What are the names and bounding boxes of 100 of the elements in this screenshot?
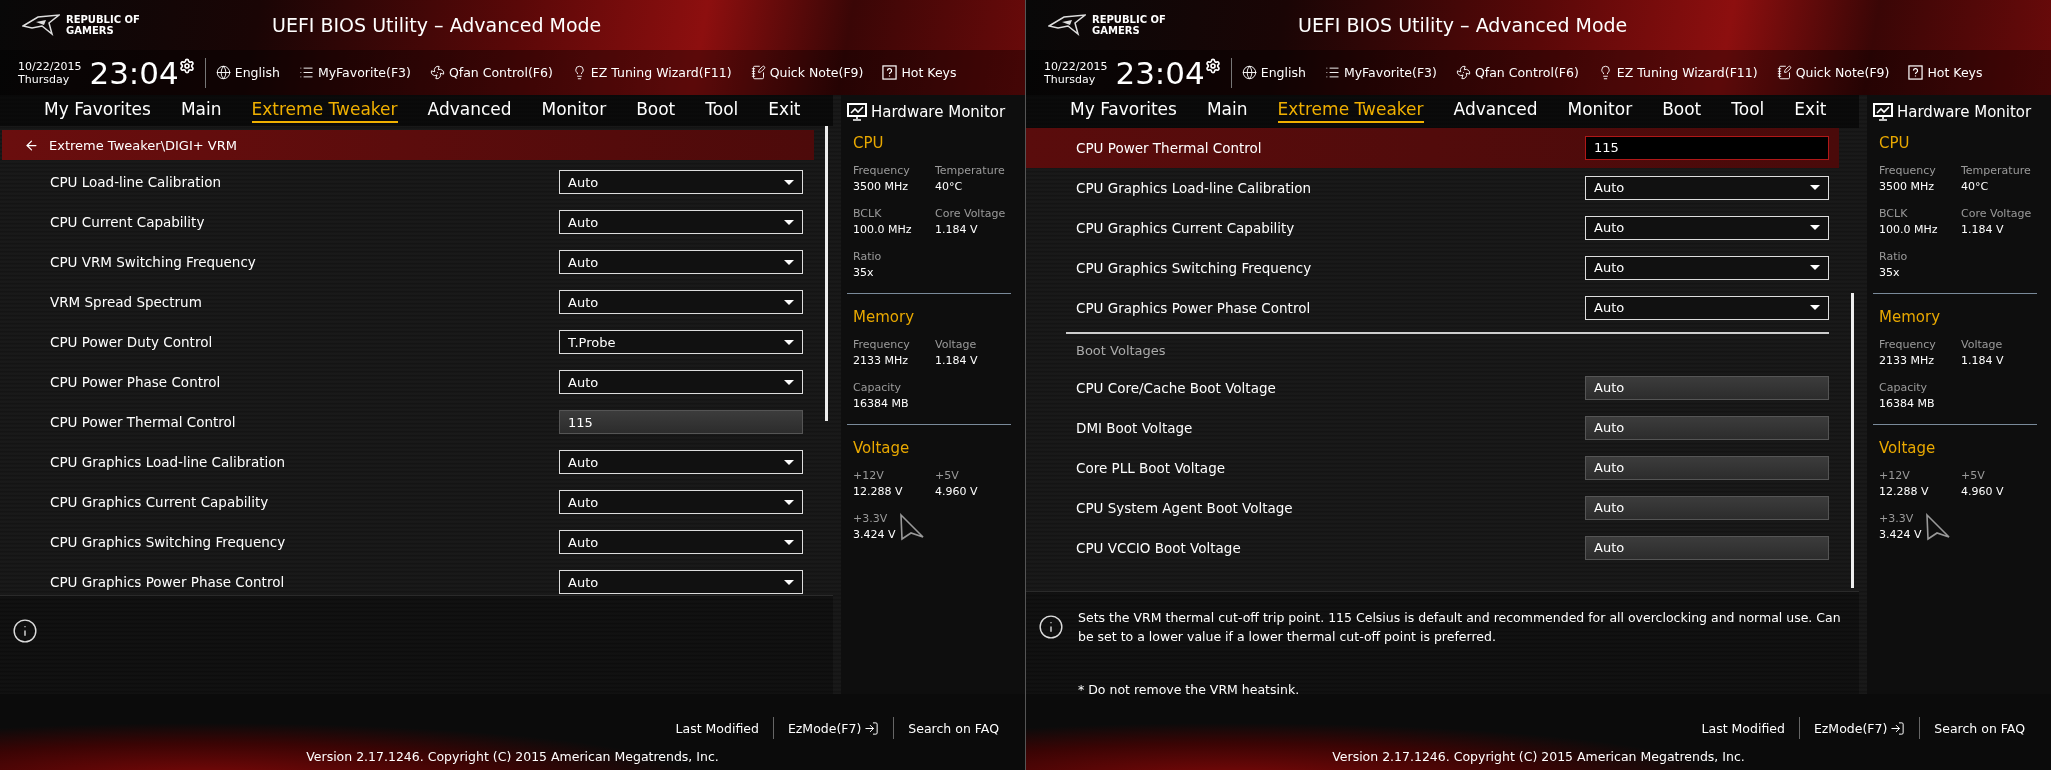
setting-label: CPU VRM Switching Frequency bbox=[50, 254, 257, 271]
menu-tab[interactable]: Exit bbox=[1794, 99, 1827, 124]
toolbar-button[interactable]: Hot Keys bbox=[1908, 65, 1983, 80]
dropdown-select[interactable]: Auto bbox=[1585, 255, 1829, 280]
setting-row[interactable]: CPU System Agent Boot Voltage Auto bbox=[1026, 487, 1839, 528]
menu-tab[interactable]: Monitor bbox=[541, 98, 607, 123]
input-field[interactable]: 115 bbox=[559, 410, 803, 435]
setting-row[interactable]: CPU Core/Cache Boot Voltage Auto bbox=[1026, 367, 1839, 408]
footer-link[interactable]: Search on FAQ bbox=[1920, 720, 2039, 736]
menu-tab[interactable]: Exit bbox=[768, 98, 801, 123]
toolbar-button[interactable]: Qfan Control(F6) bbox=[1455, 65, 1579, 80]
dropdown-select[interactable]: Auto bbox=[559, 170, 803, 195]
stat-value: 100.0 MHz bbox=[1879, 223, 1939, 236]
scrollbar-thumb[interactable] bbox=[825, 126, 828, 422]
dropdown-select[interactable]: Auto bbox=[559, 210, 803, 235]
dropdown-select[interactable]: Auto bbox=[559, 570, 803, 595]
setting-label: CPU Current Capability bbox=[50, 214, 206, 231]
setting-row[interactable]: CPU Graphics Switching Frequency Auto bbox=[1026, 247, 1839, 288]
dropdown-select[interactable]: Auto bbox=[559, 370, 803, 395]
setting-row[interactable]: CPU Power Phase Control Auto bbox=[0, 362, 813, 403]
setting-label: CPU Graphics Load-line Calibration bbox=[1076, 179, 1312, 196]
toolbar-button[interactable]: Hot Keys bbox=[882, 65, 957, 80]
date-text: 10/22/2015 bbox=[18, 59, 82, 73]
footer-link[interactable]: EzMode(F7) bbox=[1799, 720, 1920, 736]
dropdown-select[interactable]: Auto bbox=[559, 490, 803, 515]
setting-row[interactable]: CPU Graphics Load-line Calibration Auto bbox=[0, 442, 813, 483]
setting-row[interactable]: CPU VCCIO Boot Voltage Auto bbox=[1026, 527, 1839, 568]
setting-row[interactable]: CPU Power Thermal Control 115 bbox=[0, 402, 813, 443]
stat-label: Core Voltage bbox=[935, 207, 1007, 220]
settings-icon[interactable] bbox=[1204, 58, 1221, 74]
settings-icon[interactable] bbox=[178, 58, 195, 74]
footer-link[interactable]: Last Modified bbox=[661, 720, 773, 736]
breadcrumb-bar[interactable]: Extreme Tweaker\DIGI+ VRM bbox=[2, 130, 814, 161]
input-field[interactable]: Auto bbox=[1585, 535, 1829, 560]
dropdown-select[interactable]: Auto bbox=[559, 250, 803, 275]
footer-link[interactable]: Search on FAQ bbox=[894, 720, 1013, 736]
stat-label: Voltage bbox=[1961, 338, 2004, 351]
setting-row[interactable]: CPU Power Thermal Control 115 bbox=[1026, 127, 1839, 168]
setting-row[interactable]: CPU Power Duty Control T.Probe bbox=[0, 322, 813, 363]
menu-tab[interactable]: Main bbox=[180, 98, 222, 123]
input-field[interactable]: 115 bbox=[1585, 135, 1829, 160]
setting-row[interactable]: CPU Graphics Load-line Calibration Auto bbox=[1026, 167, 1839, 208]
setting-row[interactable]: DMI Boot Voltage Auto bbox=[1026, 407, 1839, 448]
setting-label: CPU Core/Cache Boot Voltage bbox=[1076, 379, 1277, 396]
dropdown-select[interactable]: T.Probe bbox=[559, 330, 803, 355]
toolbar-button[interactable]: EZ Tuning Wizard(F11) bbox=[571, 65, 732, 80]
setting-label: CPU Graphics Load-line Calibration bbox=[50, 454, 286, 471]
dropdown-select[interactable]: Auto bbox=[559, 290, 803, 315]
menu-tab[interactable]: Extreme Tweaker bbox=[251, 98, 398, 123]
menu-tab[interactable]: Main bbox=[1206, 99, 1248, 124]
logo-text: REPUBLIC OF bbox=[66, 14, 140, 25]
scrollbar-thumb[interactable] bbox=[1851, 292, 1854, 588]
menu-tab[interactable]: Monitor bbox=[1567, 99, 1633, 124]
copyright-text: Version 2.17.1246. Copyright (C) 2015 American Megatrends, Inc. bbox=[1332, 749, 1745, 764]
toolbar-button[interactable]: English bbox=[215, 65, 280, 80]
dropdown-select[interactable]: Auto bbox=[1585, 175, 1829, 200]
setting-row[interactable]: CPU Current Capability Auto bbox=[0, 202, 813, 243]
setting-row[interactable]: CPU Graphics Power Phase Control Auto bbox=[0, 562, 813, 603]
menu-tab[interactable]: Extreme Tweaker bbox=[1277, 99, 1424, 124]
section-heading: Boot Voltages bbox=[1076, 343, 1166, 359]
setting-row[interactable]: CPU VRM Switching Frequency Auto bbox=[0, 242, 813, 283]
input-field[interactable]: Auto bbox=[1585, 455, 1829, 480]
menu-tab[interactable]: Tool bbox=[1731, 99, 1765, 124]
menu-tab[interactable]: Advanced bbox=[1453, 99, 1538, 124]
dropdown-select[interactable]: Auto bbox=[1585, 295, 1829, 320]
stat-value: 16384 MB bbox=[1879, 397, 1936, 410]
toolbar-button[interactable]: Quick Note(F9) bbox=[750, 65, 864, 80]
setting-row[interactable]: CPU Graphics Current Capability Auto bbox=[1026, 207, 1839, 248]
menu-tab[interactable]: Tool bbox=[705, 98, 739, 123]
toolbar-button[interactable]: MyFavorite(F3) bbox=[1324, 65, 1437, 80]
copyright-text: Version 2.17.1246. Copyright (C) 2015 American Megatrends, Inc. bbox=[306, 749, 719, 764]
toolbar-button[interactable]: Qfan Control(F6) bbox=[429, 65, 553, 80]
footer-link[interactable]: EzMode(F7) bbox=[773, 720, 894, 736]
dropdown-select[interactable]: Auto bbox=[559, 530, 803, 555]
setting-row[interactable]: VRM Spread Spectrum Auto bbox=[0, 282, 813, 323]
dropdown-select[interactable]: Auto bbox=[559, 450, 803, 475]
toolbar-button[interactable]: EZ Tuning Wizard(F11) bbox=[1597, 65, 1758, 80]
toolbar-button[interactable]: Quick Note(F9) bbox=[1776, 65, 1890, 80]
setting-row[interactable]: CPU Graphics Current Capability Auto bbox=[0, 482, 813, 523]
menu-tab[interactable]: Boot bbox=[1662, 99, 1702, 124]
setting-row[interactable]: CPU Graphics Power Phase Control Auto bbox=[1026, 287, 1839, 328]
input-field[interactable]: Auto bbox=[1585, 375, 1829, 400]
menu-tab[interactable]: My Favorites bbox=[44, 98, 151, 123]
menu-tab[interactable]: My Favorites bbox=[1070, 99, 1177, 124]
setting-row[interactable]: Core PLL Boot Voltage Auto bbox=[1026, 447, 1839, 488]
dropdown-select[interactable]: Auto bbox=[1585, 215, 1829, 240]
toolbar-button[interactable]: MyFavorite(F3) bbox=[298, 65, 411, 80]
menu-tab[interactable]: Boot bbox=[636, 98, 676, 123]
setting-label: CPU Graphics Switching Frequency bbox=[1076, 259, 1313, 276]
input-field[interactable]: Auto bbox=[1585, 495, 1829, 520]
setting-row[interactable]: CPU Load-line Calibration Auto bbox=[0, 162, 813, 203]
menu-tab[interactable]: Advanced bbox=[427, 98, 512, 123]
stat-label: +12V bbox=[1879, 469, 1911, 482]
footer-link[interactable]: Last Modified bbox=[1687, 720, 1799, 736]
setting-label: CPU Graphics Current Capability bbox=[1076, 219, 1296, 236]
setting-row[interactable]: CPU Graphics Switching Frequency Auto bbox=[0, 522, 813, 563]
input-field[interactable]: Auto bbox=[1585, 415, 1829, 440]
toolbar-button[interactable]: English bbox=[1241, 65, 1306, 80]
stat-value: 35x bbox=[853, 266, 875, 279]
stat-label: Temperature bbox=[935, 164, 1006, 177]
